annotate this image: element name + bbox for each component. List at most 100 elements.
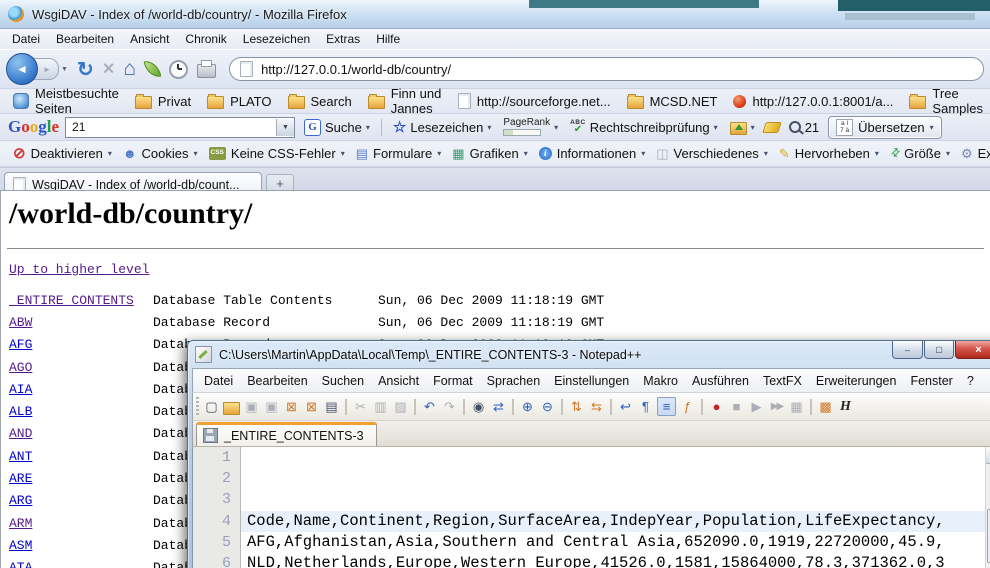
menu-item[interactable]: Lesezeichen (235, 32, 318, 46)
translate-button[interactable]: a í 7 ä Übersetzen ▾ (828, 116, 942, 139)
scroll-up-button[interactable]: ▲ (986, 447, 990, 464)
back-button[interactable]: ◄ (6, 53, 38, 85)
vertical-scrollbar[interactable]: ▲ (985, 447, 990, 568)
stop-button[interactable]: × (103, 58, 115, 81)
entry-link[interactable]: ARE (9, 471, 32, 486)
macro-play-icon[interactable]: ▶ (748, 398, 765, 415)
bookmark-item[interactable]: Search (281, 94, 359, 109)
url-text[interactable]: http://127.0.0.1/world-db/country/ (261, 62, 451, 77)
new-file-icon[interactable]: ▢ (203, 398, 220, 415)
toolbar-separator[interactable] (610, 399, 612, 415)
toolbar-separator[interactable] (345, 399, 347, 415)
editor-line[interactable]: NLD,Netherlands,Europe,Western Europe,41… (241, 553, 985, 568)
history-clock-icon[interactable] (169, 60, 188, 79)
redo-icon[interactable]: ↷ (441, 398, 458, 415)
home-button[interactable]: ⌂ (123, 57, 136, 81)
toolbar-separator[interactable] (810, 399, 812, 415)
search-dropdown-button[interactable]: ▼ (276, 119, 294, 136)
close-all-icon[interactable]: ⊠ (303, 398, 320, 415)
plugin-icon[interactable]: ▩ (817, 398, 834, 415)
google-bookmarks-button[interactable]: ☆ Lesezeichen ▾ (390, 118, 494, 136)
pagerank-widget[interactable]: PageRank ▾ (500, 118, 561, 136)
zoom-indicator[interactable]: 21 (786, 120, 822, 135)
copy-icon[interactable]: ▥ (372, 398, 389, 415)
menu-item[interactable]: Suchen (315, 374, 371, 388)
undo-icon[interactable]: ↶ (421, 398, 438, 415)
editor-area[interactable]: 123456 Code,Name,Continent,Region,Surfac… (192, 447, 990, 568)
bookmark-item[interactable]: http://sourceforge.net... (451, 93, 618, 109)
menu-item[interactable]: Einstellungen (547, 374, 636, 388)
entry-link[interactable]: ARM (9, 516, 32, 531)
macro-run-multiple-icon[interactable]: ▶▶ (768, 398, 785, 415)
google-search-value[interactable]: 21 (72, 120, 276, 134)
zoom-in-icon[interactable]: ⊕ (519, 398, 536, 415)
menu-item[interactable]: Ansicht (122, 32, 177, 46)
entry-link[interactable]: ANT (9, 449, 32, 464)
menu-item[interactable]: Sprachen (480, 374, 548, 388)
menu-item[interactable]: Datei (4, 32, 48, 46)
document-tab[interactable]: _ENTIRE_CONTENTS-3 (196, 422, 377, 446)
find-icon[interactable]: ◉ (470, 398, 487, 415)
menu-item[interactable]: TextFX (756, 374, 809, 388)
bookmark-item[interactable]: http://127.0.0.1:8001/a... (726, 94, 900, 109)
bookmark-item[interactable]: PLATO (200, 94, 278, 109)
macro-stop-icon[interactable]: ■ (728, 398, 745, 415)
save-all-icon[interactable]: ▣ (263, 398, 280, 415)
webdev-menu-button[interactable]: ▤ Formulare ▾ (351, 146, 447, 161)
toolbar-separator[interactable] (512, 399, 514, 415)
up-to-higher-level-link[interactable]: Up to higher level (9, 262, 149, 277)
entry-link[interactable]: _ENTIRE_CONTENTS (9, 293, 134, 308)
indent-guide-icon[interactable]: ≡ (657, 397, 676, 416)
macro-save-icon[interactable]: ▦ (788, 398, 805, 415)
webdev-menu-button[interactable]: CSS Keine CSS-Fehler ▾ (204, 146, 350, 161)
sage-feed-icon[interactable] (144, 59, 162, 79)
webdev-menu-button[interactable]: ☻ Cookies ▾ (118, 146, 203, 161)
entry-link[interactable]: AFG (9, 337, 32, 352)
menu-item[interactable]: Hilfe (368, 32, 408, 46)
menu-item[interactable]: Ansicht (371, 374, 426, 388)
cut-icon[interactable]: ✂ (352, 398, 369, 415)
menu-item[interactable]: ? (960, 374, 981, 388)
entry-link[interactable]: ARG (9, 493, 32, 508)
history-dropdown-button[interactable]: ▼ (61, 66, 68, 73)
bookmark-item[interactable]: Finn und Jannes (361, 86, 449, 116)
print-icon[interactable]: ▤ (323, 398, 340, 415)
url-bar[interactable]: http://127.0.0.1/world-db/country/ (229, 57, 984, 81)
webdev-menu-button[interactable]: ⇅ Größe ▾ (885, 146, 955, 161)
menu-item[interactable]: Chronik (177, 32, 234, 46)
bookmark-item[interactable]: Privat (128, 94, 198, 109)
menu-item[interactable]: Datei (197, 374, 240, 388)
webdev-menu-button[interactable]: i Informationen ▾ (534, 146, 651, 161)
firefox-titlebar[interactable]: WsgiDAV - Index of /world-db/country/ - … (0, 0, 990, 29)
close-button[interactable]: × (955, 341, 990, 359)
sync-vertical-scroll-icon[interactable]: ⇅ (568, 398, 585, 415)
entry-link[interactable]: ASM (9, 538, 32, 553)
menu-item[interactable]: Ausführen (685, 374, 756, 388)
toolbar-separator[interactable] (561, 399, 563, 415)
menu-item[interactable]: Makro (636, 374, 685, 388)
menu-item[interactable]: Format (426, 374, 480, 388)
editor-line[interactable]: Code,Name,Continent,Region,SurfaceArea,I… (241, 511, 985, 532)
entry-link[interactable]: AND (9, 426, 32, 441)
textfx-h-icon[interactable]: H (837, 398, 854, 415)
zoom-out-icon[interactable]: ⊖ (539, 398, 556, 415)
open-file-icon[interactable] (223, 402, 240, 415)
highlighter-icon[interactable] (762, 122, 782, 133)
bookmark-item[interactable]: MCSD.NET (620, 94, 725, 109)
google-search-button[interactable]: G Suche ▾ (301, 119, 373, 136)
entry-link[interactable]: ABW (9, 315, 32, 330)
entry-link[interactable]: AIA (9, 382, 32, 397)
maximize-button[interactable]: ▢ (924, 341, 954, 359)
save-icon[interactable]: ▣ (243, 398, 260, 415)
google-search-input[interactable]: 21 ▼ (65, 117, 295, 138)
macro-record-icon[interactable]: ● (708, 398, 725, 415)
word-wrap-icon[interactable]: ↩ (617, 398, 634, 415)
close-file-icon[interactable]: ⊠ (283, 398, 300, 415)
webdev-menu-button[interactable]: ✎ Hervorheben ▾ (774, 146, 884, 161)
sync-horizontal-scroll-icon[interactable]: ⇆ (588, 398, 605, 415)
print-button[interactable] (197, 64, 216, 78)
toolbar-separator[interactable] (414, 399, 416, 415)
menu-item[interactable]: Bearbeiten (240, 374, 314, 388)
notepadpp-titlebar[interactable]: C:\Users\Martin\AppData\Local\Temp\_ENTI… (192, 341, 990, 368)
editor-text[interactable]: Code,Name,Continent,Region,SurfaceArea,I… (241, 447, 985, 568)
